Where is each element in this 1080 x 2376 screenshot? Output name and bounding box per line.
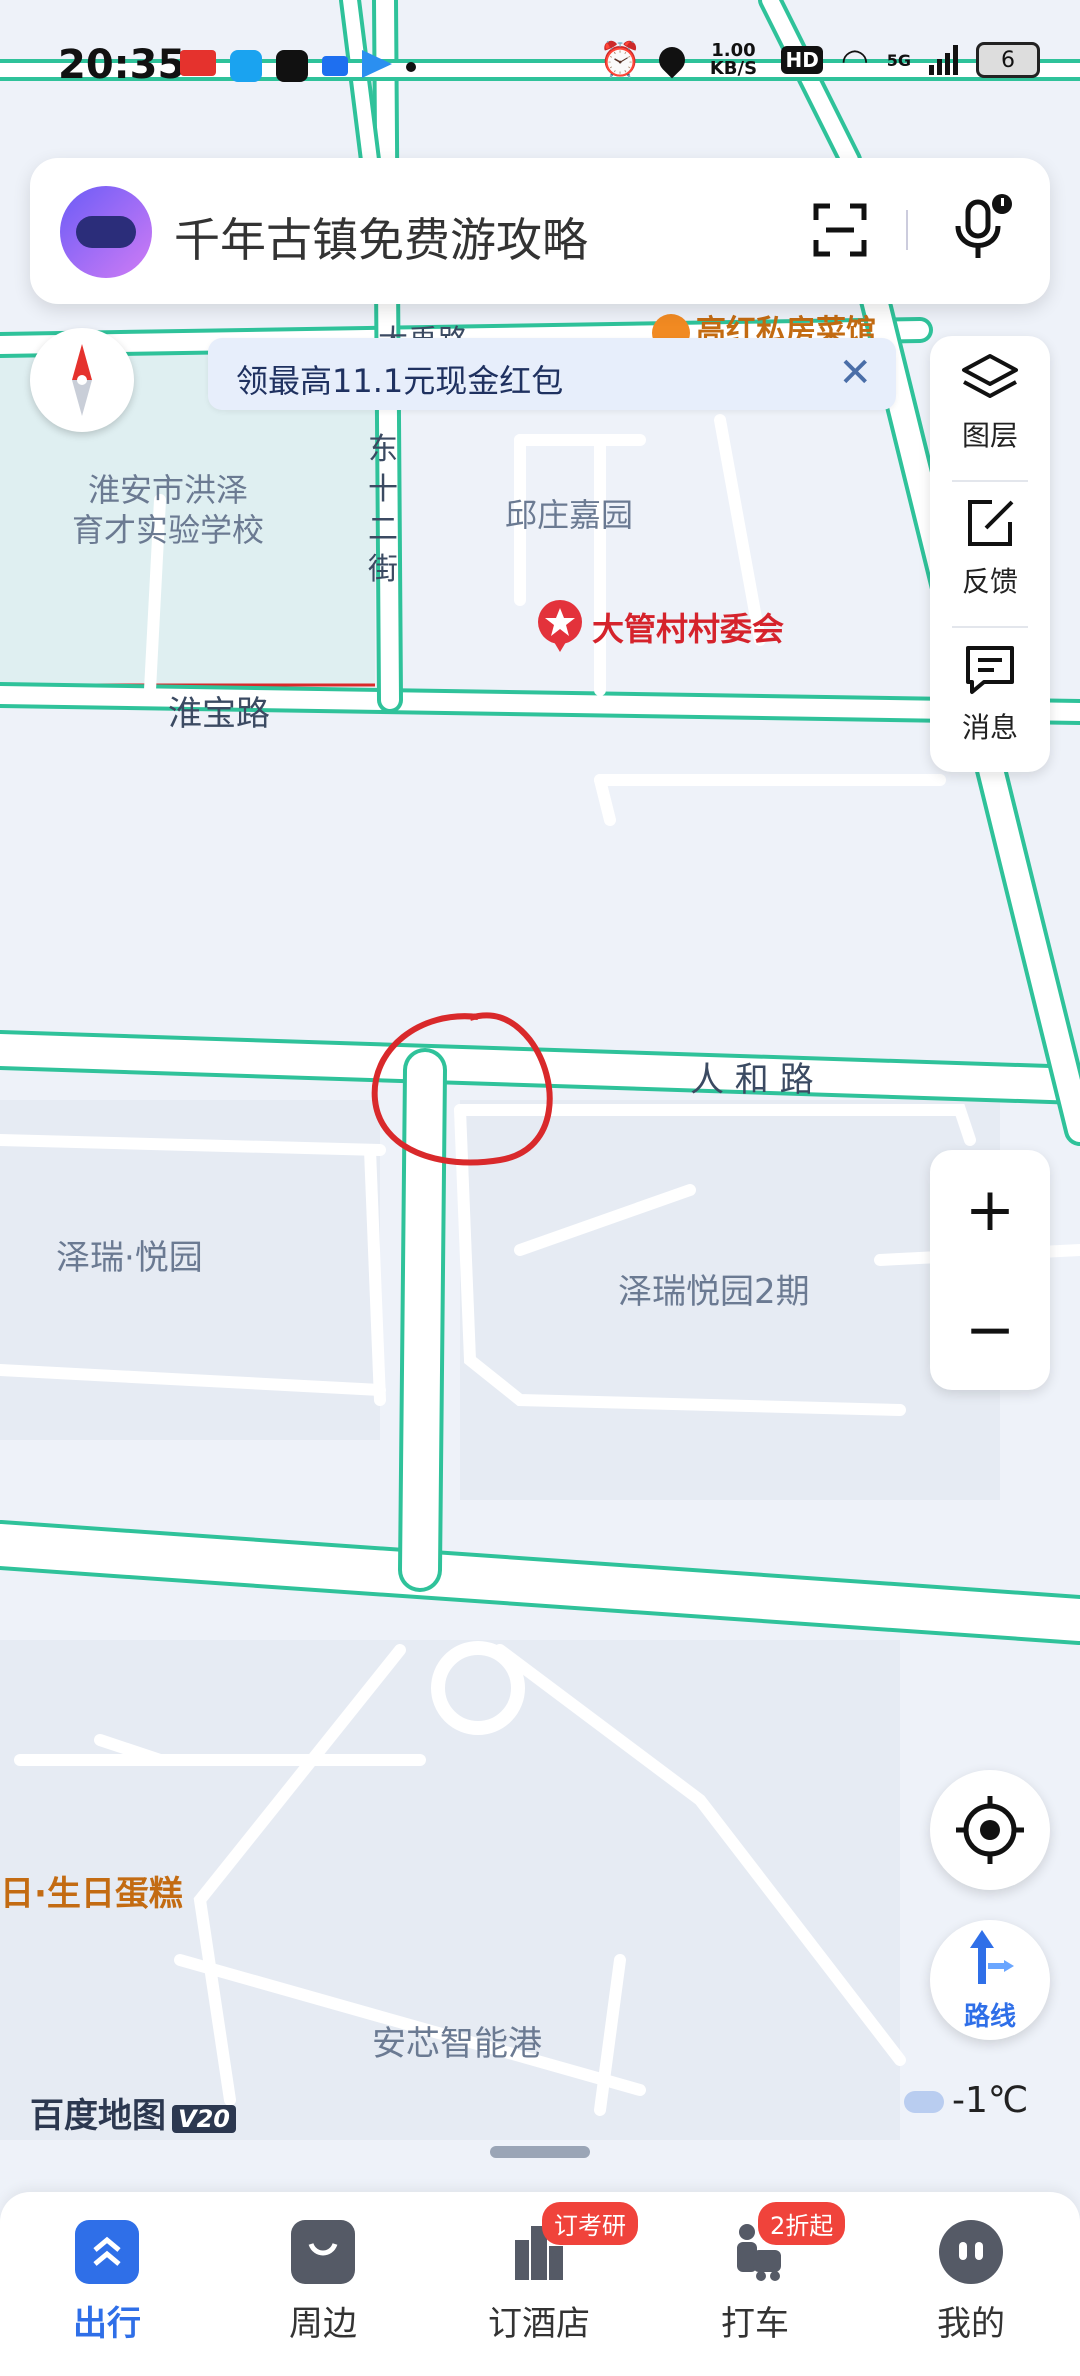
promo-banner[interactable]: 领最高11.1元现金红包 ✕ xyxy=(208,338,896,410)
hotel-badge: 订考研 xyxy=(542,2202,638,2245)
anxin-label[interactable]: 安芯智能港 xyxy=(372,2016,542,2065)
alarm-icon: ⏰ xyxy=(599,40,642,80)
logo-version: V20 xyxy=(172,2105,236,2133)
nav-nearby[interactable]: 周边 xyxy=(248,2220,398,2360)
divider xyxy=(906,210,908,250)
nav-profile[interactable]: 我的 xyxy=(896,2220,1046,2360)
battery-icon: 6 xyxy=(976,42,1040,78)
layers-icon xyxy=(962,354,1018,398)
qiuzhuang-label[interactable]: 邱庄嘉园 xyxy=(505,490,633,536)
app-dewu-icon xyxy=(276,50,308,82)
layers-label: 图层 xyxy=(961,419,1018,452)
nav-hotel[interactable]: 订考研 订酒店 xyxy=(464,2202,638,2360)
logo-text: 百度地图 xyxy=(30,2096,166,2136)
weather-widget[interactable]: -1℃ xyxy=(904,2080,1028,2121)
zoom-in-button[interactable]: + xyxy=(930,1150,1050,1270)
route-button[interactable]: 路线 xyxy=(930,1920,1050,2040)
school-label[interactable]: 淮安市洪泽 育才实验学校 xyxy=(58,470,278,550)
feedback-label: 反馈 xyxy=(961,565,1018,598)
travel-chevrons-icon xyxy=(75,2220,139,2284)
signal-bars-icon xyxy=(929,45,958,75)
route-arrow-icon xyxy=(970,1930,1014,1984)
cloud-sun-icon xyxy=(904,2091,944,2113)
huaibao-road-label: 淮宝路 xyxy=(168,694,270,734)
nearby-bag-icon xyxy=(291,2220,355,2284)
drag-handle[interactable] xyxy=(490,2146,590,2158)
poi-star-icon xyxy=(538,600,582,652)
locate-button[interactable] xyxy=(930,1770,1050,1890)
profile-avatar-icon xyxy=(939,2220,1003,2284)
more-dot-icon xyxy=(406,62,416,72)
bottom-nav: 出行 周边 订考研 订酒店 2折起 打车 我的 xyxy=(0,2192,1080,2376)
taxi-badge: 2折起 xyxy=(758,2202,846,2245)
nav-nearby-label: 周边 xyxy=(289,2304,357,2344)
nav-profile-label: 我的 xyxy=(937,2304,1005,2344)
dong12-label: 东 十 二 街 xyxy=(368,432,398,587)
zerui-label[interactable]: 泽瑞·悦园 xyxy=(56,1230,203,1279)
status-time: 20:35 xyxy=(58,42,186,88)
zerui2-label[interactable]: 泽瑞悦园2期 xyxy=(618,1264,810,1313)
app-browser-icon xyxy=(230,50,262,82)
microphone-icon[interactable] xyxy=(946,194,1016,264)
search-bar[interactable]: 千年古镇免费游攻略 xyxy=(30,158,1050,304)
location-icon xyxy=(654,41,691,79)
messages-label: 消息 xyxy=(961,711,1018,744)
layers-button[interactable]: 图层 xyxy=(930,336,1050,476)
nav-travel[interactable]: 出行 xyxy=(32,2220,182,2360)
message-icon xyxy=(966,646,1014,694)
locate-target-icon xyxy=(956,1796,1024,1864)
nav-taxi[interactable]: 2折起 打车 xyxy=(680,2202,846,2360)
weather-temp: -1℃ xyxy=(952,2080,1029,2121)
app-blue-icon xyxy=(322,56,348,76)
feedback-button[interactable]: 反馈 xyxy=(930,482,1050,622)
close-icon[interactable]: ✕ xyxy=(838,350,872,396)
daguan-label: 大管村村委会 xyxy=(592,610,785,648)
daguan-poi[interactable]: 大管村村委会 xyxy=(536,598,784,656)
assistant-avatar-icon[interactable] xyxy=(60,186,152,278)
nav-hotel-label: 订酒店 xyxy=(488,2304,590,2344)
net-speed: 1.00 KB/S xyxy=(709,40,758,79)
nav-taxi-label: 打车 xyxy=(721,2304,789,2344)
notification-icons xyxy=(180,50,416,82)
app-toutiao-icon xyxy=(180,50,216,76)
hd-badge: HD xyxy=(781,46,823,74)
status-bar: 20:35 ⏰ 1.00 KB/S HD ◠ 5G 6 xyxy=(0,0,1080,120)
zoom-controls: + − xyxy=(930,1150,1050,1390)
promo-text[interactable]: 领最高11.1元现金红包 xyxy=(236,356,563,402)
compass-button[interactable] xyxy=(30,328,134,432)
cake-shop-label[interactable]: 日·生日蛋糕 xyxy=(0,1866,183,1915)
search-input[interactable]: 千年古镇免费游攻略 xyxy=(174,204,588,270)
nav-travel-label: 出行 xyxy=(73,2304,141,2344)
side-tools-panel: 图层 反馈 消息 xyxy=(930,336,1050,772)
signal-label: 5G xyxy=(886,50,911,70)
compass-icon xyxy=(72,344,92,416)
renhe-road-label: 人 和 路 xyxy=(690,1060,814,1100)
status-right: ⏰ 1.00 KB/S HD ◠ 5G 6 xyxy=(599,40,1040,80)
app-paper-plane-icon xyxy=(362,50,392,78)
feedback-edit-icon xyxy=(968,500,1014,546)
route-label: 路线 xyxy=(963,2002,1016,2032)
zoom-out-button[interactable]: − xyxy=(930,1270,1050,1390)
scan-icon[interactable] xyxy=(810,200,870,260)
messages-button[interactable]: 消息 xyxy=(930,628,1050,768)
wifi-icon: ◠ xyxy=(840,41,869,79)
baidu-maps-logo: 百度地图 V20 xyxy=(30,2088,236,2137)
